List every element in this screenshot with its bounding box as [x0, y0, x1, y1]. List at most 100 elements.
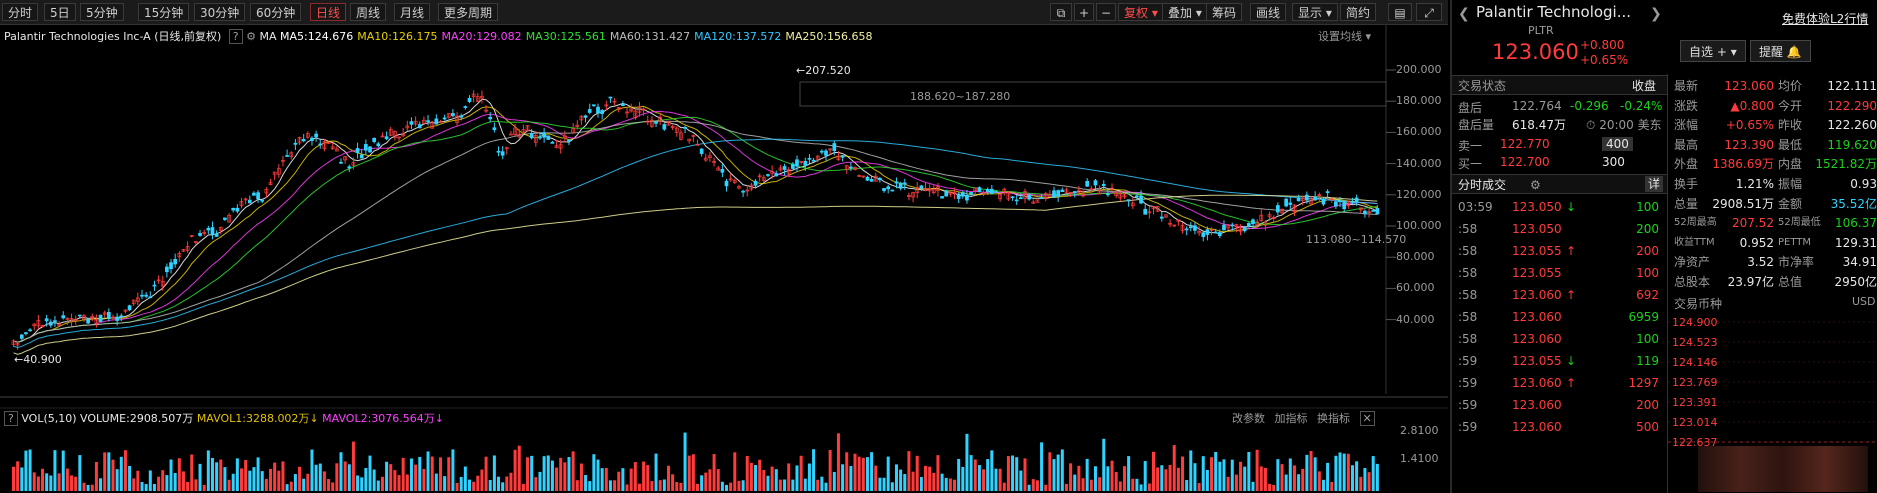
zoom-in-icon[interactable]: +: [1074, 3, 1094, 21]
period-tab-monthly[interactable]: 月线: [394, 3, 431, 21]
adjust-button[interactable]: 复权 ▾: [1118, 3, 1164, 21]
tick-price: 123.055: [1512, 244, 1562, 258]
candle-body: [1039, 197, 1044, 199]
start-annotation: ←40.900: [14, 353, 62, 366]
tick-arrow-icon: ↑: [1566, 244, 1577, 258]
candle-body: [608, 96, 613, 99]
l2-trial-link[interactable]: 免费体验L2行情: [1782, 10, 1868, 27]
candle-body: [169, 262, 173, 270]
period-tab-minute[interactable]: 分时: [2, 3, 39, 21]
overlay-button[interactable]: 叠加 ▾: [1162, 3, 1208, 21]
tick-row: :58 123.060 ↑ 692: [1452, 284, 1667, 306]
volume-bar: [451, 449, 455, 491]
period-tab-5min[interactable]: 5分钟: [80, 3, 124, 21]
ticks-detail-button[interactable]: 详: [1645, 176, 1664, 192]
volume-bar: [1272, 484, 1276, 491]
zoom-out-icon[interactable]: −: [1096, 3, 1116, 21]
volume-bar: [202, 484, 206, 491]
candle-body: [820, 150, 824, 153]
volume-bar: [480, 469, 484, 491]
volume-bar: [861, 457, 865, 491]
quote-value: 122.260: [1827, 118, 1877, 133]
tick-time: :59: [1458, 376, 1478, 390]
draw-button[interactable]: 画线: [1250, 3, 1287, 21]
volume-bar: [1309, 450, 1313, 491]
volume-bar: [575, 480, 579, 491]
period-tab-more[interactable]: 更多周期: [438, 3, 499, 21]
window-copy-icon[interactable]: ⧉: [1050, 3, 1072, 21]
volume-bar: [857, 456, 861, 491]
volume-bar: [1255, 449, 1259, 491]
period-tab-daily[interactable]: 日线: [310, 3, 347, 21]
tick-price: 123.050: [1512, 222, 1562, 236]
switch-indicator-link[interactable]: 换指标: [1317, 412, 1350, 425]
candle-body: [1217, 232, 1222, 237]
volume-bar: [1048, 452, 1052, 491]
volume-bar: [1247, 451, 1251, 491]
next-stock-icon[interactable]: ❯: [1650, 6, 1662, 22]
volume-bar: [256, 457, 260, 491]
volume-bar: [190, 454, 194, 491]
watchlist-button[interactable]: 自选 + ▾: [1680, 40, 1746, 62]
tick-row: :59 123.060 200: [1452, 394, 1667, 416]
volume-bar: [567, 457, 571, 491]
volume-bar: [1052, 459, 1056, 491]
volume-bar: [1305, 454, 1309, 491]
candle-body: [741, 190, 745, 193]
volume-bar: [74, 476, 78, 491]
prev-stock-icon[interactable]: ❮: [1458, 6, 1470, 22]
display-label: 显示: [1298, 6, 1323, 20]
period-tab-5day[interactable]: 5日: [44, 3, 76, 21]
candle-body: [19, 334, 24, 339]
chips-button[interactable]: 筹码: [1206, 3, 1243, 21]
volume-bar: [277, 470, 281, 491]
volume-bar: [1106, 466, 1110, 491]
candle-body: [214, 233, 219, 237]
ticks-settings-icon[interactable]: ⚙: [1530, 175, 1541, 195]
ma-line: [13, 105, 1378, 343]
period-tab-60min[interactable]: 60分钟: [250, 3, 302, 21]
volume-bar: [878, 477, 882, 491]
volume-bar: [1297, 474, 1301, 491]
candle-body: [1284, 198, 1289, 207]
candle-body: [310, 137, 314, 141]
volume-bar: [1006, 456, 1010, 491]
display-button[interactable]: 显示 ▾: [1292, 3, 1338, 21]
volume-bar: [538, 471, 542, 491]
volume-bar: [210, 457, 214, 491]
volume-bar: [16, 461, 20, 491]
period-tab-15min[interactable]: 15分钟: [138, 3, 190, 21]
volume-bar: [1326, 462, 1330, 491]
tick-row: :58 123.060 6959: [1452, 306, 1667, 328]
volume-bar: [608, 480, 612, 491]
candle-body: [1325, 191, 1330, 194]
volume-bar: [704, 472, 708, 491]
add-indicator-link[interactable]: 加指标: [1275, 412, 1308, 425]
tick-volume: 100: [1636, 332, 1659, 346]
candle-body: [119, 315, 124, 318]
volume-bar: [1160, 465, 1164, 491]
layout-icon[interactable]: ▤: [1388, 3, 1412, 21]
volume-bar: [807, 463, 811, 491]
close-volume-icon[interactable]: ✕: [1359, 411, 1375, 426]
bid-price: 122.700: [1500, 155, 1550, 169]
alert-button[interactable]: 提醒 🔔: [1750, 40, 1811, 62]
volume-bar: [468, 479, 471, 491]
volume-bar: [758, 459, 762, 491]
candle-body: [127, 305, 132, 311]
candle-body: [1375, 208, 1380, 215]
volume-bar: [679, 482, 683, 491]
volume-help-icon[interactable]: ?: [4, 411, 18, 426]
fullscreen-icon[interactable]: ⤢: [1416, 3, 1442, 21]
candle-body: [53, 320, 57, 323]
volume-bar: [430, 456, 434, 491]
period-tab-weekly[interactable]: 周线: [350, 3, 387, 21]
volume-bar: [712, 454, 716, 491]
intraday-axis-label: 123.391: [1672, 396, 1718, 409]
volume-bar: [646, 465, 650, 491]
period-tab-30min[interactable]: 30分钟: [194, 3, 246, 21]
edit-params-link[interactable]: 改参数: [1232, 412, 1265, 425]
candle-body: [720, 169, 725, 173]
simple-button[interactable]: 简约: [1340, 3, 1377, 21]
volume-bar: [990, 450, 994, 491]
